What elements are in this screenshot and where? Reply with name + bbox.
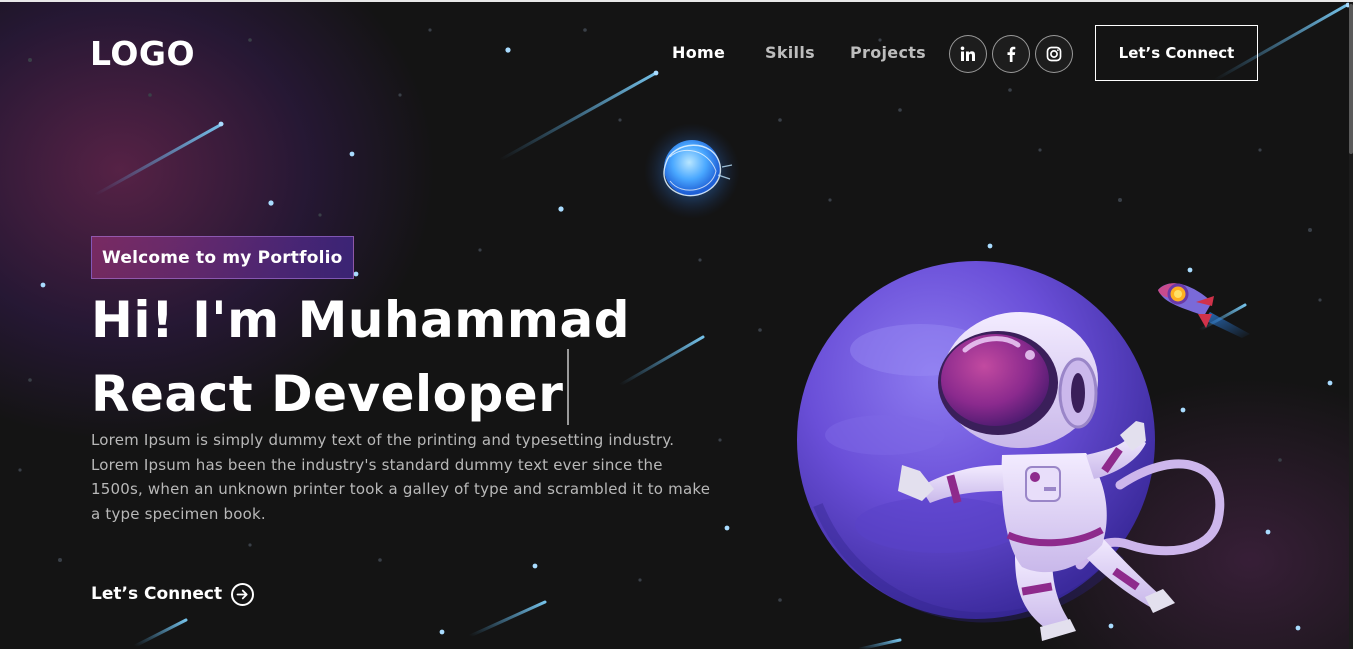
arrow-right-circle-icon (231, 582, 255, 606)
headline-role-line: React Developer (91, 349, 630, 425)
headline-role: React Developer (91, 365, 564, 423)
hero-connect-link[interactable]: Let’s Connect (91, 580, 255, 608)
instagram-button[interactable] (1035, 35, 1073, 73)
facebook-button[interactable] (992, 35, 1030, 73)
logo[interactable]: LOGO (90, 34, 195, 73)
nav-link-projects[interactable]: Projects (850, 43, 926, 62)
rocket-icon (1158, 283, 1250, 338)
hero-headline: Hi! I'm Muhammad React Developer (91, 291, 630, 425)
headline-greeting: Hi! I'm Muhammad (91, 291, 631, 349)
linkedin-icon (960, 46, 975, 61)
typing-caret (567, 349, 570, 425)
nav-link-home[interactable]: Home (672, 43, 725, 62)
nav-link-skills[interactable]: Skills (765, 43, 815, 62)
scrollbar-thumb[interactable] (1349, 4, 1353, 154)
hero-description: Lorem Ipsum is simply dummy text of the … (91, 431, 711, 523)
instagram-icon (1046, 46, 1062, 62)
vertical-scrollbar[interactable] (1349, 2, 1353, 649)
facebook-icon (1007, 46, 1016, 62)
welcome-tagline: Welcome to my Portfolio (91, 236, 354, 279)
hero-connect-label: Let’s Connect (91, 584, 223, 604)
glowing-orb-icon (644, 123, 740, 219)
linkedin-button[interactable] (949, 35, 987, 73)
lets-connect-button[interactable]: Let’s Connect (1095, 25, 1258, 81)
portfolio-page: LOGO Home Skills Projects Let’s Connect … (0, 0, 1353, 649)
